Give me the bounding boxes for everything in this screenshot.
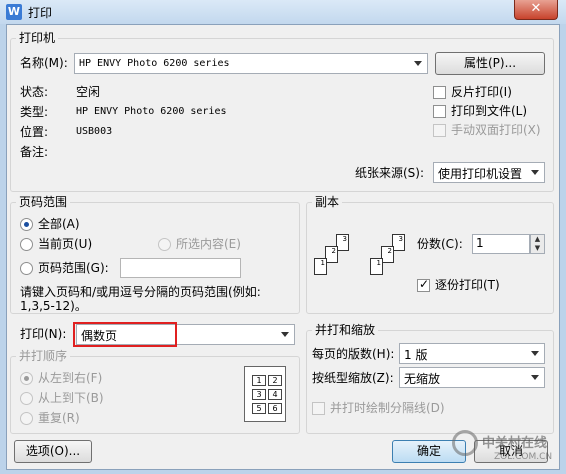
page-range-custom-radio[interactable]	[20, 262, 33, 275]
chevron-down-icon	[414, 61, 422, 66]
draw-borders-checkbox	[312, 402, 325, 415]
manual-duplex-label: 手动双面打印(X)	[451, 123, 541, 137]
page-range-current-radio[interactable]	[20, 238, 33, 251]
zol-watermark-logo	[452, 430, 478, 456]
page-range-all-label: 全部(A)	[38, 217, 80, 231]
top-to-bottom-label: 从上到下(B)	[38, 391, 104, 405]
preview-cell: 1	[252, 375, 266, 386]
chevron-down-icon	[531, 170, 539, 175]
preview-cell: 5	[252, 403, 266, 414]
page-range-input[interactable]	[120, 258, 241, 278]
collated-stack-2-icon: 3 2 1	[370, 234, 414, 288]
watermark-line1: 中关村在线	[482, 436, 548, 451]
pages-per-sheet-value: 1 版	[404, 348, 428, 362]
chevron-down-icon	[281, 332, 289, 337]
chevron-down-icon	[531, 375, 539, 380]
type-value: HP ENVY Photo 6200 series	[76, 106, 227, 117]
preview-cell: 6	[268, 403, 282, 414]
print-to-file-checkbox[interactable]	[433, 105, 446, 118]
properties-button[interactable]: 属性(P)...	[435, 52, 545, 75]
location-value: USB003	[76, 126, 113, 137]
copies-title: 副本	[312, 195, 343, 209]
watermark-line2: ZOL.COM.CN	[494, 452, 553, 462]
zoom-title: 并打和缩放	[312, 323, 379, 337]
manual-duplex-checkbox	[433, 124, 446, 137]
window-title: 打印	[28, 6, 53, 20]
page-range-all-radio[interactable]	[20, 218, 33, 231]
printer-group-title: 打印机	[16, 31, 59, 45]
options-button[interactable]: 选项(O)...	[14, 440, 92, 463]
scale-value: 无缩放	[404, 372, 441, 386]
page-range-current-label: 当前页(U)	[38, 237, 93, 251]
copies-count-value: 1	[476, 236, 484, 250]
printer-name-select[interactable]: HP ENVY Photo 6200 series	[74, 53, 428, 74]
comment-label: 备注:	[20, 145, 49, 159]
printer-name-value: HP ENVY Photo 6200 series	[79, 58, 230, 69]
collate-label: 逐份打印(T)	[435, 278, 500, 292]
draw-borders-label: 并打时绘制分隔线(D)	[330, 401, 445, 415]
top-to-bottom-radio	[20, 392, 33, 405]
collated-stack-1-icon: 3 2 1	[314, 234, 358, 288]
print-to-file-label: 打印到文件(L)	[451, 104, 528, 118]
stack-page: 1	[314, 258, 327, 275]
chevron-down-icon	[531, 351, 539, 356]
paper-source-value: 使用打印机设置	[438, 167, 523, 181]
close-icon: ✕	[530, 1, 542, 16]
scale-label: 按纸型缩放(Z):	[312, 371, 394, 385]
stack-page: 1	[370, 258, 383, 275]
page-range-selection-radio	[158, 238, 171, 251]
page-range-hint-line2: 1,3,5-12)。	[20, 299, 87, 313]
repeat-label: 重复(R)	[38, 411, 80, 425]
scale-select[interactable]: 无缩放	[399, 367, 545, 388]
preview-cell: 3	[252, 389, 266, 400]
location-label: 位置:	[20, 125, 49, 139]
page-range-custom-label: 页码范围(G):	[38, 261, 109, 275]
repeat-radio	[20, 412, 33, 425]
preview-cell: 2	[268, 375, 282, 386]
status-value: 空闲	[76, 85, 101, 99]
copies-spinner[interactable]: ▲ ▼	[530, 234, 545, 254]
type-label: 类型:	[20, 105, 49, 119]
left-to-right-radio	[20, 372, 33, 385]
check-icon: ✓	[419, 277, 430, 291]
reverse-print-label: 反片打印(I)	[451, 85, 512, 99]
close-button[interactable]: ✕	[514, 0, 558, 20]
title-bar: W 打印 ✕	[0, 0, 566, 24]
page-range-title: 页码范围	[16, 195, 71, 209]
pages-per-sheet-label: 每页的版数(H):	[312, 347, 395, 361]
reverse-print-checkbox[interactable]	[433, 86, 446, 99]
page-range-selection-label: 所选内容(E)	[176, 237, 241, 251]
print-which-label: 打印(N):	[20, 327, 67, 341]
collate-order-title: 并打顺序	[16, 349, 71, 363]
printer-name-label: 名称(M):	[20, 56, 68, 70]
copies-count-label: 份数(C):	[417, 237, 463, 251]
left-to-right-label: 从左到右(F)	[38, 371, 103, 385]
highlight-box	[73, 322, 177, 347]
wps-writer-icon: W	[6, 4, 22, 20]
pages-per-sheet-select[interactable]: 1 版	[399, 343, 545, 364]
paper-source-label: 纸张来源(S):	[355, 166, 425, 180]
preview-cell: 4	[268, 389, 282, 400]
copies-count-input[interactable]: 1	[472, 234, 530, 254]
collate-order-preview: 1 2 3 4 5 6	[244, 366, 286, 422]
status-label: 状态:	[20, 85, 49, 99]
paper-source-select[interactable]: 使用打印机设置	[433, 162, 545, 183]
